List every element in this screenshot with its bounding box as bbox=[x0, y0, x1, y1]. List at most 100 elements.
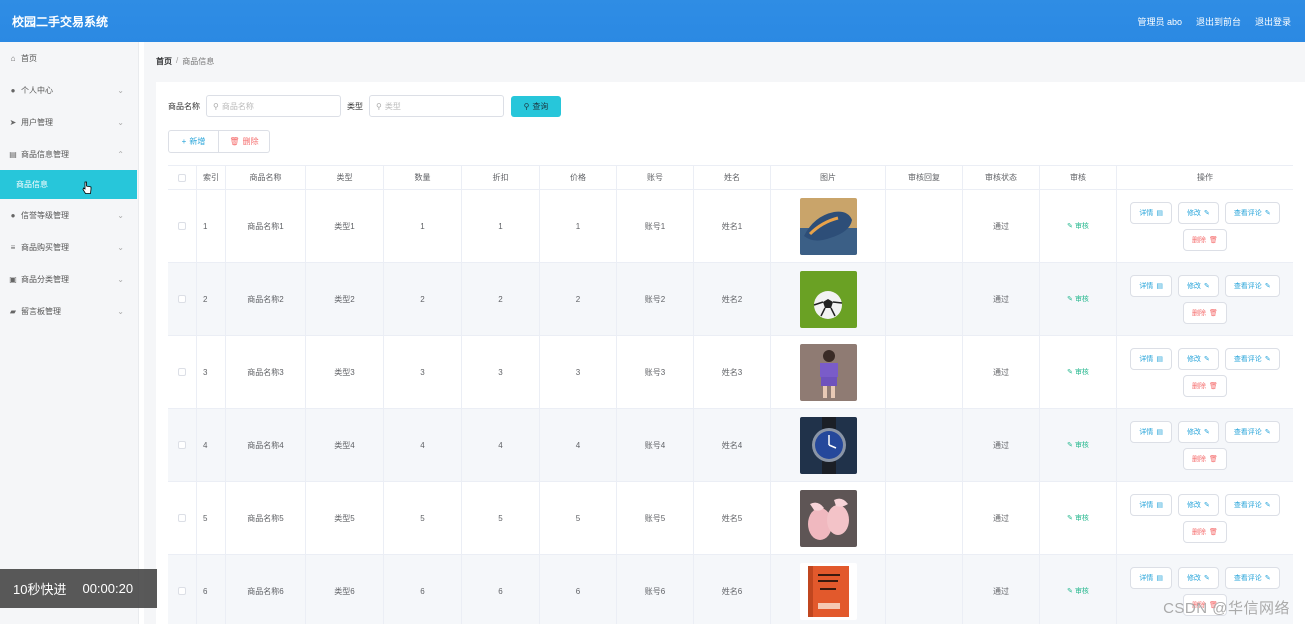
cell-discount: 6 bbox=[462, 555, 540, 624]
back-to-front-link[interactable]: 退出到前台 bbox=[1196, 15, 1241, 28]
edit-button[interactable]: 修改 ✎ bbox=[1177, 566, 1219, 589]
delete-button[interactable]: 删除 🗑 bbox=[1183, 447, 1227, 470]
cell-discount: 1 bbox=[462, 190, 540, 262]
row-checkbox[interactable] bbox=[178, 587, 186, 595]
cell-account: 账号1 bbox=[617, 190, 694, 262]
document-icon: ▤ bbox=[1156, 355, 1163, 363]
view-comments-button-label: 查看评论 bbox=[1233, 501, 1262, 509]
edit-button[interactable]: 修改 ✎ bbox=[1177, 493, 1219, 516]
view-comments-button-label: 查看评论 bbox=[1233, 428, 1262, 436]
cell-audit: ✎ 审核 bbox=[1040, 263, 1117, 335]
logout-link[interactable]: 退出登录 bbox=[1255, 15, 1291, 28]
select-all-checkbox[interactable] bbox=[178, 173, 186, 182]
table-header: 索引 商品名称 类型 数量 折扣 价格 账号 姓名 图片 审核回复 审核状态 审… bbox=[168, 165, 1293, 190]
table-body: 1 商品名称1 类型1 1 1 1 账号1 姓名1 通过 ✎ 审核 详情 ▤ 修改 ✎ 查看评论 ✎ 删除 🗑 2 商品… bbox=[168, 190, 1293, 624]
row-checkbox[interactable] bbox=[178, 441, 186, 449]
column-header: 索引 bbox=[197, 166, 226, 189]
row-select-cell bbox=[168, 555, 197, 624]
view-comments-button[interactable]: 查看评论 ✎ bbox=[1224, 347, 1280, 370]
view-comments-button[interactable]: 查看评论 ✎ bbox=[1224, 566, 1280, 589]
detail-button[interactable]: 详情 ▤ bbox=[1130, 201, 1172, 224]
row-select-cell bbox=[168, 482, 197, 554]
detail-button[interactable]: 详情 ▤ bbox=[1130, 493, 1172, 516]
cell-product-name: 商品名称1 bbox=[226, 190, 306, 262]
sidebar-item-home[interactable]: ⌂ 首页 bbox=[0, 42, 138, 74]
column-header: 数量 bbox=[384, 166, 462, 189]
user-icon: ● bbox=[10, 210, 16, 220]
cell-audit-status: 通过 bbox=[963, 190, 1040, 262]
cell-account: 账号2 bbox=[617, 263, 694, 335]
cell-index: 2 bbox=[197, 263, 226, 335]
cell-operations: 详情 ▤ 修改 ✎ 查看评论 ✎ 删除 🗑 bbox=[1117, 263, 1293, 335]
edit-button-label: 修改 bbox=[1186, 355, 1201, 363]
sidebar-item-product-info-management[interactable]: ▤ 商品信息管理 ⌃ bbox=[0, 138, 138, 170]
search-icon: ⚲ bbox=[376, 101, 382, 111]
detail-button[interactable]: 详情 ▤ bbox=[1130, 347, 1172, 370]
type-search-input[interactable]: ⚲ 类型 bbox=[369, 95, 504, 117]
batch-delete-button[interactable]: 🗑 删除 bbox=[219, 130, 270, 153]
delete-button[interactable]: 删除 🗑 bbox=[1183, 374, 1227, 397]
audit-link[interactable]: ✎ 审核 bbox=[1067, 221, 1089, 231]
audit-link[interactable]: ✎ 审核 bbox=[1067, 586, 1089, 596]
detail-button[interactable]: 详情 ▤ bbox=[1130, 566, 1172, 589]
watermark: CSDN @华信网络 bbox=[1163, 600, 1290, 617]
detail-button[interactable]: 详情 ▤ bbox=[1130, 420, 1172, 443]
detail-button[interactable]: 详情 ▤ bbox=[1130, 274, 1172, 297]
view-comments-button[interactable]: 查看评论 ✎ bbox=[1224, 420, 1280, 443]
product-image bbox=[799, 416, 857, 474]
cell-audit-reply bbox=[886, 336, 963, 408]
sidebar-subitem-product-info[interactable]: 商品信息 bbox=[0, 170, 137, 199]
row-checkbox[interactable] bbox=[178, 295, 186, 303]
audit-link[interactable]: ✎ 审核 bbox=[1067, 513, 1089, 523]
column-header: 价格 bbox=[540, 166, 617, 189]
delete-button[interactable]: 删除 🗑 bbox=[1183, 228, 1227, 251]
column-header: 审核回复 bbox=[886, 166, 963, 189]
product-image bbox=[799, 197, 857, 255]
audit-link[interactable]: ✎ 审核 bbox=[1067, 440, 1089, 450]
breadcrumb-home[interactable]: 首页 bbox=[156, 56, 172, 67]
audit-link[interactable]: ✎ 审核 bbox=[1067, 367, 1089, 377]
delete-button[interactable]: 删除 🗑 bbox=[1183, 520, 1227, 543]
edit-button[interactable]: 修改 ✎ bbox=[1177, 274, 1219, 297]
column-header: 账号 bbox=[617, 166, 694, 189]
view-comments-button[interactable]: 查看评论 ✎ bbox=[1224, 201, 1280, 224]
sidebar-item-credit-level-management[interactable]: ● 信誉等级管理 ⌄ bbox=[0, 199, 138, 231]
column-header: 类型 bbox=[306, 166, 384, 189]
row-checkbox[interactable] bbox=[178, 222, 186, 230]
edit-button[interactable]: 修改 ✎ bbox=[1177, 347, 1219, 370]
type-search-label: 类型 bbox=[347, 101, 363, 111]
row-checkbox[interactable] bbox=[178, 368, 186, 376]
sidebar-item-category-management[interactable]: ▣ 商品分类管理 ⌄ bbox=[0, 263, 138, 295]
delete-button[interactable]: 删除 🗑 bbox=[1183, 301, 1227, 324]
audit-link[interactable]: ✎ 审核 bbox=[1067, 294, 1089, 304]
column-header: 姓名 bbox=[694, 166, 771, 189]
view-comments-button[interactable]: 查看评论 ✎ bbox=[1224, 274, 1280, 297]
edit-button-label: 修改 bbox=[1186, 574, 1201, 582]
edit-button[interactable]: 修改 ✎ bbox=[1177, 201, 1219, 224]
cell-audit-reply bbox=[886, 482, 963, 554]
cell-discount: 3 bbox=[462, 336, 540, 408]
add-button[interactable]: + 新增 bbox=[168, 130, 219, 153]
query-button[interactable]: ⚲ 查询 bbox=[511, 95, 561, 117]
name-search-placeholder: 商品名称 bbox=[221, 101, 254, 111]
sidebar-item-user-management[interactable]: ➤ 用户管理 ⌄ bbox=[0, 106, 138, 138]
sidebar-item-personal-center[interactable]: ● 个人中心 ⌄ bbox=[0, 74, 138, 106]
row-checkbox[interactable] bbox=[178, 514, 186, 522]
sidebar-item-purchase-management[interactable]: ≡ 商品购买管理 ⌄ bbox=[0, 231, 138, 263]
column-header: 折扣 bbox=[462, 166, 540, 189]
audit-link-label: 审核 bbox=[1074, 296, 1089, 303]
sidebar-item-message-board-management[interactable]: ▰ 留言板管理 ⌄ bbox=[0, 295, 138, 327]
delete-button-label: 删除 bbox=[1192, 309, 1207, 317]
edit-icon: ✎ bbox=[1203, 282, 1210, 290]
edit-button[interactable]: 修改 ✎ bbox=[1177, 420, 1219, 443]
row-select-cell bbox=[168, 336, 197, 408]
cell-price: 2 bbox=[540, 263, 617, 335]
column-header: 审核 bbox=[1040, 166, 1117, 189]
chevron-down-icon: ⌄ bbox=[117, 117, 124, 127]
cell-image bbox=[771, 190, 886, 262]
view-comments-button[interactable]: 查看评论 ✎ bbox=[1224, 493, 1280, 516]
admin-user[interactable]: 管理员 abo bbox=[1137, 15, 1182, 28]
name-search-input[interactable]: ⚲ 商品名称 bbox=[206, 95, 341, 117]
sidebar-item-label: 商品分类管理 bbox=[21, 274, 69, 284]
trash-icon: 🗑 bbox=[1209, 382, 1218, 390]
